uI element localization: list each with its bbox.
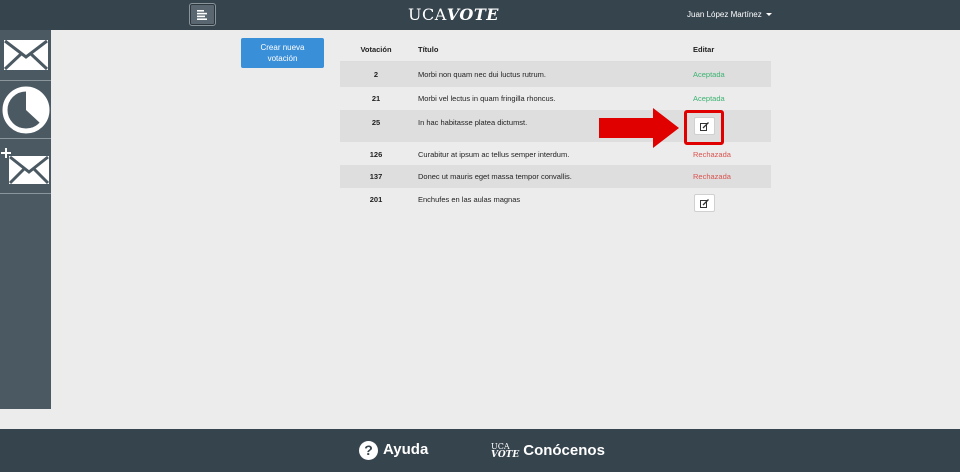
create-vote-label-line2: votación <box>267 54 298 63</box>
vote-id: 137 <box>369 172 383 181</box>
table-header: Votación Título Editar <box>340 38 771 62</box>
status-badge: Rechazada <box>693 172 731 181</box>
table-row[interactable]: 2 Morbi non quam nec dui luctus rutrum. … <box>340 62 771 87</box>
about-label: Conócenos <box>523 442 605 459</box>
logo-bottom-text: VOTE <box>491 450 520 460</box>
column-header-editar[interactable]: Editar <box>693 45 714 55</box>
annotation-arrow-icon <box>599 108 679 148</box>
sidebar <box>0 30 51 409</box>
status-badge: Rechazada <box>693 150 731 159</box>
status-badge: Aceptada <box>693 94 725 103</box>
menu-icon <box>197 9 207 20</box>
vote-title: Donec ut mauris eget massa tempor conval… <box>418 172 572 181</box>
ucavote-small-logo: UCA VOTE <box>491 443 520 460</box>
help-link[interactable]: ? Ayuda <box>359 440 428 460</box>
user-name: Juan López Martínez <box>687 10 762 19</box>
brand-logo[interactable]: UCAVOTE <box>408 5 499 25</box>
sidebar-toggle-button[interactable] <box>189 3 216 26</box>
status-badge: Aceptada <box>693 70 725 79</box>
vote-id: 201 <box>369 195 383 204</box>
footer: ? Ayuda UCA VOTE Conócenos <box>0 429 960 472</box>
vote-id: 25 <box>371 118 381 127</box>
vote-title: In hac habitasse platea dictumst. <box>418 118 528 127</box>
about-link[interactable]: UCA VOTE Conócenos <box>491 440 605 462</box>
vote-title: Enchufes en las aulas magnas <box>418 195 521 204</box>
vote-id: 21 <box>371 94 381 103</box>
user-menu[interactable]: Juan López Martínez <box>687 10 772 20</box>
table-row[interactable]: 201 Enchufes en las aulas magnas <box>340 188 771 216</box>
table-row[interactable]: 126 Curabitur at ipsum ac tellus semper … <box>340 142 771 165</box>
sidebar-item-nueva-votacion[interactable] <box>0 140 51 194</box>
caret-down-icon <box>765 13 772 17</box>
sidebar-item-votaciones[interactable] <box>0 30 51 81</box>
new-envelope-icon <box>0 147 49 184</box>
column-header-votacion[interactable]: Votación <box>340 45 412 55</box>
edit-icon <box>700 198 709 208</box>
top-navbar: UCAVOTE Juan López Martínez <box>0 0 960 30</box>
brand-part1: UCA <box>408 5 447 24</box>
edit-button[interactable] <box>694 194 715 212</box>
create-vote-label-line1: Crear nueva <box>260 43 305 52</box>
annotation-highlight-box <box>684 110 724 145</box>
vote-title: Morbi vel lectus in quam fringilla rhonc… <box>418 94 556 103</box>
help-label: Ayuda <box>383 441 429 458</box>
brand-part2: VOTE <box>446 5 499 24</box>
table-row[interactable]: 137 Donec ut mauris eget massa tempor co… <box>340 165 771 188</box>
sidebar-item-resultados[interactable] <box>0 82 51 139</box>
create-vote-button[interactable]: Crear nueva votación <box>241 38 324 68</box>
vote-title: Curabitur at ipsum ac tellus semper inte… <box>418 150 570 159</box>
vote-id: 126 <box>369 150 383 159</box>
column-header-titulo[interactable]: Título <box>418 45 438 55</box>
table-row[interactable]: 21 Morbi vel lectus in quam fringilla rh… <box>340 87 771 110</box>
pie-chart-icon <box>2 86 49 134</box>
vote-title: Morbi non quam nec dui luctus rutrum. <box>418 70 546 79</box>
envelope-icon <box>3 39 48 71</box>
vote-id: 2 <box>373 70 379 79</box>
help-icon: ? <box>359 440 378 460</box>
